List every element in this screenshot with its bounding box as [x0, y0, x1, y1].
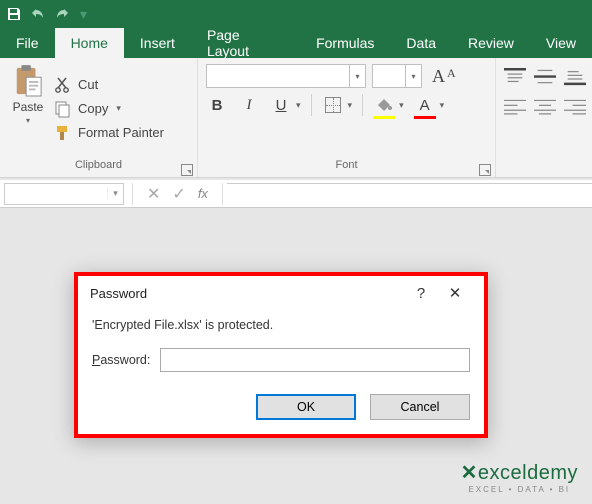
- separator: [362, 94, 363, 116]
- font-size-combo[interactable]: ▾: [372, 64, 422, 88]
- group-label-alignment: [496, 159, 592, 177]
- dialog-launcher-icon[interactable]: [181, 164, 193, 176]
- grow-font-button[interactable]: A: [432, 66, 445, 87]
- group-clipboard: Paste ▾ Cut Copy ▾ Format Painter: [0, 58, 198, 177]
- paste-icon: [13, 64, 43, 98]
- quick-access-toolbar: ▾: [0, 0, 592, 28]
- format-painter-button[interactable]: Format Painter: [54, 124, 164, 142]
- chevron-down-icon[interactable]: ▾: [348, 100, 353, 111]
- redo-icon[interactable]: [54, 6, 70, 22]
- borders-button[interactable]: [322, 94, 344, 116]
- bucket-icon: [375, 97, 393, 113]
- cancel-button[interactable]: Cancel: [370, 394, 470, 420]
- underline-button[interactable]: U: [270, 94, 292, 116]
- formula-input[interactable]: [227, 183, 592, 205]
- font-name-combo[interactable]: ▾: [206, 64, 366, 88]
- copy-icon: [54, 100, 72, 118]
- dialog-titlebar: Password ? ✕: [78, 276, 484, 310]
- paintbrush-icon: [54, 124, 72, 142]
- scissors-icon: [54, 76, 72, 94]
- watermark: ✕exceldemy EXCEL • DATA • BI: [461, 460, 578, 494]
- chevron-down-icon[interactable]: ▾: [296, 100, 301, 111]
- help-button[interactable]: ?: [404, 276, 438, 310]
- tab-data[interactable]: Data: [390, 28, 452, 58]
- align-right-button[interactable]: [564, 96, 586, 118]
- cut-label: Cut: [78, 77, 98, 92]
- dialog-launcher-icon[interactable]: [479, 164, 491, 176]
- cancel-formula-button[interactable]: ✕: [147, 184, 160, 204]
- dialog-message: 'Encrypted File.xlsx' is protected.: [92, 318, 470, 332]
- chevron-down-icon[interactable]: ▾: [405, 65, 421, 87]
- name-box[interactable]: ▾: [4, 183, 124, 205]
- italic-button[interactable]: I: [238, 94, 260, 116]
- qat-customize-caret[interactable]: ▾: [78, 6, 89, 23]
- font-color-button[interactable]: A: [414, 94, 436, 116]
- chevron-down-icon[interactable]: ▾: [26, 116, 30, 125]
- cut-button[interactable]: Cut: [54, 76, 164, 94]
- separator: [311, 94, 312, 116]
- copy-button[interactable]: Copy ▾: [54, 100, 164, 118]
- paste-label: Paste: [13, 100, 44, 114]
- align-center-button[interactable]: [534, 96, 556, 118]
- watermark-brand: ✕exceldemy: [461, 460, 578, 485]
- watermark-tagline: EXCEL • DATA • BI: [461, 485, 578, 494]
- align-middle-button[interactable]: [534, 66, 556, 88]
- format-painter-label: Format Painter: [78, 125, 164, 140]
- group-label-clipboard: Clipboard: [0, 159, 197, 177]
- shrink-font-button[interactable]: A: [447, 66, 456, 87]
- tab-insert[interactable]: Insert: [124, 28, 191, 58]
- password-dialog: Password ? ✕ 'Encrypted File.xlsx' is pr…: [74, 272, 488, 438]
- formula-bar: ▾ ✕ ✓ fx: [0, 180, 592, 208]
- group-alignment: [496, 58, 592, 177]
- dialog-title: Password: [90, 286, 147, 301]
- tab-file[interactable]: File: [0, 28, 55, 58]
- borders-icon: [325, 97, 341, 113]
- password-label: Password:: [92, 353, 150, 367]
- group-label-font: Font: [198, 159, 495, 177]
- ribbon-home: Paste ▾ Cut Copy ▾ Format Painter: [0, 58, 592, 178]
- insert-function-button[interactable]: fx: [198, 186, 208, 201]
- tab-home[interactable]: Home: [55, 28, 124, 58]
- tab-page-layout[interactable]: Page Layout: [191, 28, 300, 58]
- fill-color-button[interactable]: [373, 94, 395, 116]
- password-input[interactable]: [160, 348, 470, 372]
- bold-button[interactable]: B: [206, 94, 228, 116]
- separator: [222, 183, 223, 205]
- fill-color-bar: [373, 116, 395, 119]
- chevron-down-icon[interactable]: ▾: [116, 103, 121, 114]
- save-icon[interactable]: [6, 6, 22, 22]
- align-top-button[interactable]: [504, 66, 526, 88]
- chevron-down-icon[interactable]: ▾: [349, 65, 365, 87]
- chevron-down-icon[interactable]: ▾: [399, 100, 404, 111]
- copy-label: Copy: [78, 101, 108, 116]
- chevron-down-icon[interactable]: ▾: [440, 100, 445, 111]
- paste-button[interactable]: Paste ▾: [6, 62, 50, 155]
- chevron-down-icon[interactable]: ▾: [107, 188, 123, 199]
- tab-view[interactable]: View: [530, 28, 592, 58]
- ok-button[interactable]: OK: [256, 394, 356, 420]
- tab-formulas[interactable]: Formulas: [300, 28, 390, 58]
- group-font: ▾ ▾ A A B I U ▾: [198, 58, 496, 177]
- enter-formula-button[interactable]: ✓: [172, 184, 185, 204]
- align-bottom-button[interactable]: [564, 66, 586, 88]
- align-left-button[interactable]: [504, 96, 526, 118]
- ribbon-tabstrip: File Home Insert Page Layout Formulas Da…: [0, 28, 592, 58]
- undo-icon[interactable]: [30, 6, 46, 22]
- font-color-bar: [414, 116, 436, 119]
- tab-review[interactable]: Review: [452, 28, 530, 58]
- close-button[interactable]: ✕: [438, 276, 472, 310]
- separator: [132, 183, 133, 205]
